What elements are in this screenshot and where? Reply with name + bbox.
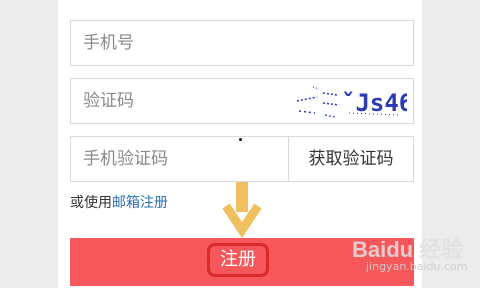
sms-code-field: 获取验证码	[70, 136, 414, 182]
alt-register-line: 或使用邮箱注册	[70, 192, 168, 212]
arrow-down-icon	[222, 182, 262, 238]
phone-field	[70, 20, 414, 66]
stray-dot	[239, 138, 242, 141]
alt-register-prefix: 或使用	[70, 195, 112, 211]
captcha-text: ˇJs46	[341, 89, 407, 117]
phone-input[interactable]	[71, 21, 413, 65]
get-sms-code-button[interactable]: 获取验证码	[289, 137, 413, 181]
captcha-image[interactable]: ˇJs46	[289, 83, 407, 119]
register-button[interactable]	[70, 238, 414, 286]
left-background	[0, 0, 58, 288]
email-register-link[interactable]: 邮箱注册	[112, 195, 168, 211]
captcha-field: ˇJs46	[70, 78, 414, 124]
right-background	[422, 0, 480, 288]
sms-code-input[interactable]	[71, 137, 287, 181]
